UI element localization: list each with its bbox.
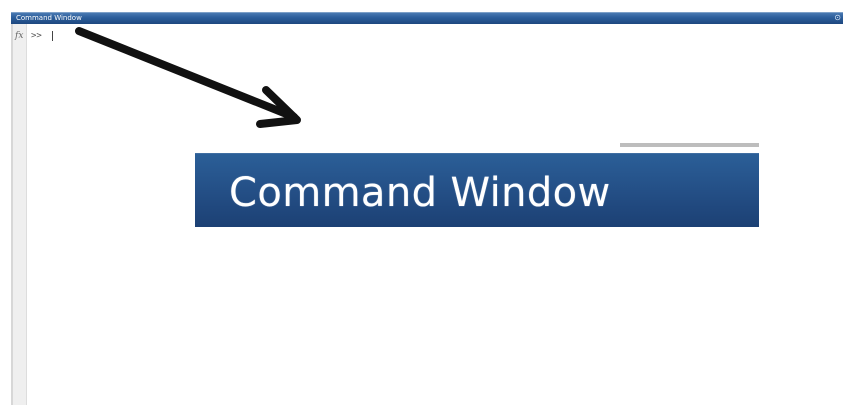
zoomed-gray-separator (620, 143, 759, 147)
left-edge-divider (11, 24, 13, 405)
arrow-pointer-icon (75, 27, 301, 128)
fx-icon[interactable]: fx (15, 30, 25, 42)
command-window-title: Command Window (16, 14, 82, 22)
command-window-screenshot: Command Window ⊙ fx >> Command Window (0, 0, 843, 405)
command-window-titlebar[interactable]: Command Window ⊙ (11, 12, 843, 24)
window-status-icon: ⊙ (834, 13, 841, 22)
zoomed-command-window-title: Command Window (229, 170, 611, 216)
zoomed-command-window-header: Command Window (195, 153, 759, 227)
arrow-shaft (75, 27, 298, 121)
command-window-left-gutter (11, 24, 27, 405)
zoomed-titlebar-callout: Command Window (195, 143, 759, 227)
text-cursor[interactable] (52, 31, 53, 41)
command-prompt: >> (31, 31, 42, 41)
